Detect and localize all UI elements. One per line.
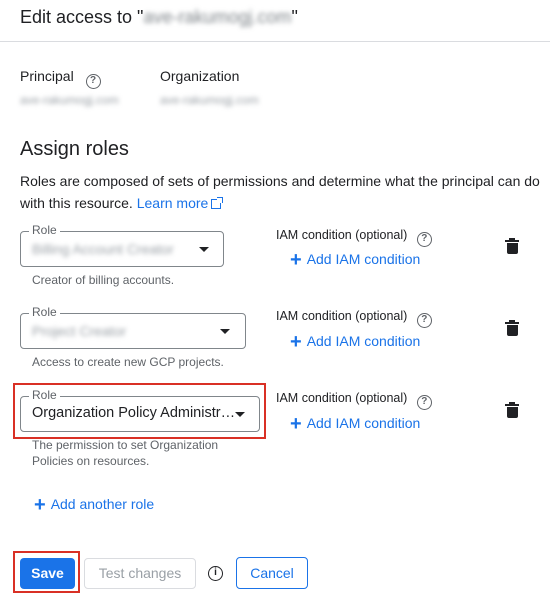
help-icon[interactable]: ? bbox=[416, 395, 432, 410]
trash-icon[interactable] bbox=[505, 320, 519, 336]
condition-label-text: IAM condition (optional) bbox=[276, 309, 408, 323]
plus-icon: + bbox=[290, 249, 302, 271]
trash-icon[interactable] bbox=[505, 402, 519, 418]
role-select-1[interactable]: Role Billing Account Creator bbox=[20, 223, 224, 267]
add-another-role-text: Add another role bbox=[50, 496, 155, 512]
test-changes-button[interactable]: Test changes bbox=[84, 558, 196, 589]
plus-icon: + bbox=[290, 331, 302, 353]
title-suffix: " bbox=[291, 7, 298, 27]
plus-icon: + bbox=[290, 413, 302, 435]
add-iam-condition-button-2[interactable]: + Add IAM condition bbox=[290, 331, 420, 354]
role-hint-3: The permission to set Organization Polic… bbox=[32, 438, 219, 468]
dialog-title: Edit access to "ave-rakumogj.com" bbox=[20, 7, 298, 28]
organization-value: ave-rakumogj.com bbox=[160, 93, 259, 107]
save-button[interactable]: Save bbox=[20, 558, 75, 589]
iam-condition-label-3: IAM condition (optional) ? bbox=[276, 391, 432, 410]
role-value: Billing Account Creator bbox=[32, 241, 174, 257]
organization-label: Organization bbox=[160, 68, 240, 84]
condition-label-text: IAM condition (optional) bbox=[276, 391, 408, 405]
role-value: Organization Policy Administr… bbox=[32, 405, 236, 421]
add-iam-condition-button-3[interactable]: + Add IAM condition bbox=[290, 413, 420, 436]
add-another-role-button[interactable]: + Add another role bbox=[34, 494, 154, 517]
principal-label-text: Principal bbox=[20, 68, 74, 84]
open-in-new-icon bbox=[211, 197, 224, 209]
arrow-drop-down-icon bbox=[220, 329, 230, 334]
learn-more-text: Learn more bbox=[136, 195, 209, 211]
iam-condition-label-1: IAM condition (optional) ? bbox=[276, 228, 432, 247]
role-value: Project Creator bbox=[32, 323, 127, 339]
help-icon[interactable]: ? bbox=[416, 313, 432, 328]
role-select-3[interactable]: Role Organization Policy Administr… bbox=[20, 388, 260, 432]
learn-more-link[interactable]: Learn more bbox=[136, 195, 224, 211]
title-prefix: Edit access to " bbox=[20, 7, 144, 27]
title-resource-name: ave-rakumogj.com bbox=[143, 7, 292, 27]
description-text: Roles are composed of sets of permission… bbox=[20, 173, 540, 211]
help-icon[interactable]: ? bbox=[416, 232, 432, 247]
role-legend: Role bbox=[29, 223, 60, 237]
add-condition-text: Add IAM condition bbox=[306, 415, 421, 431]
role-legend: Role bbox=[29, 305, 60, 319]
role-legend: Role bbox=[29, 388, 60, 402]
role-select-2[interactable]: Role Project Creator bbox=[20, 305, 246, 349]
add-condition-text: Add IAM condition bbox=[306, 251, 421, 267]
iam-condition-label-2: IAM condition (optional) ? bbox=[276, 309, 432, 328]
arrow-drop-down-icon bbox=[235, 412, 245, 417]
help-icon[interactable]: ? bbox=[85, 74, 101, 89]
role-hint-2: Access to create new GCP projects. bbox=[32, 355, 224, 369]
condition-label-text: IAM condition (optional) bbox=[276, 228, 408, 242]
role-hint-1: Creator of billing accounts. bbox=[32, 273, 175, 287]
assign-roles-title: Assign roles bbox=[20, 138, 129, 160]
trash-icon[interactable] bbox=[505, 238, 519, 254]
cancel-button[interactable]: Cancel bbox=[236, 557, 308, 589]
arrow-drop-down-icon bbox=[199, 247, 209, 252]
principal-value: ave-rakumogj.com bbox=[20, 93, 119, 107]
info-icon[interactable]: i bbox=[208, 566, 223, 581]
add-iam-condition-button-1[interactable]: + Add IAM condition bbox=[290, 249, 420, 272]
assign-roles-description: Roles are composed of sets of permission… bbox=[20, 170, 540, 214]
plus-icon: + bbox=[34, 494, 46, 516]
principal-label: Principal ? bbox=[20, 68, 101, 89]
add-condition-text: Add IAM condition bbox=[306, 333, 421, 349]
